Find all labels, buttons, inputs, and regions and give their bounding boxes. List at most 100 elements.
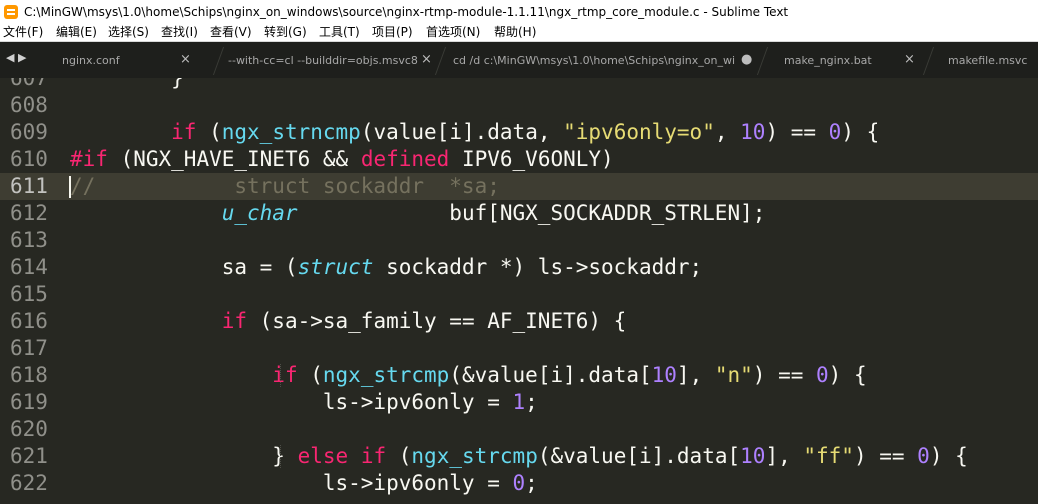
menu-goto[interactable]: 转到(G)	[264, 24, 307, 41]
code-line[interactable]: 616 if (sa->sa_family == AF_INET6) {	[0, 308, 1038, 335]
line-number: 607	[10, 78, 48, 90]
line-number: 610	[10, 147, 48, 171]
code-token: defined	[360, 147, 450, 171]
code-line[interactable]: 620	[0, 416, 1038, 443]
menu-preferences[interactable]: 首选项(N)	[426, 24, 480, 41]
tab-label: --with-cc=cl --builddir=objs.msvc8	[228, 54, 418, 67]
code-text: #if (NGX_HAVE_INET6 && defined IPV6_V6ON…	[70, 146, 614, 173]
tab-nav-arrows-icon[interactable]: ◀ ▶	[6, 51, 26, 64]
code-token: (	[297, 363, 323, 387]
code-token: ) ==	[752, 363, 817, 387]
code-token: ngx_strcmp	[411, 444, 538, 468]
window-title: C:\MinGW\msys\1.0\home\Schips\nginx_on_w…	[24, 5, 789, 19]
code-line[interactable]: 613	[0, 227, 1038, 254]
tab-close-icon[interactable]: ×	[421, 52, 432, 67]
tab-label: nginx.conf	[62, 54, 120, 67]
code-line[interactable]: 618 if (ngx_strcmp(&value[i].data[10], "…	[0, 362, 1038, 389]
code-token: (value[i].data,	[360, 120, 564, 144]
code-token: "n"	[714, 363, 753, 387]
code-token: }	[70, 444, 298, 468]
code-line[interactable]: 614 sa = (struct sockaddr *) ls->sockadd…	[0, 254, 1038, 281]
code-token: (&value[i].data[	[537, 444, 741, 468]
code-line[interactable]: 622 ls->ipv6only = 0;	[0, 470, 1038, 497]
code-token: ) {	[929, 444, 968, 468]
code-text: } else if (ngx_strcmp(&value[i].data[10]…	[70, 443, 968, 470]
tab-close-icon[interactable]: ×	[180, 52, 191, 67]
code-token: buf[NGX_SOCKADDR_STRLEN];	[297, 201, 766, 225]
tab-makefile-msvc[interactable]: makefile.msvc	[928, 42, 1038, 78]
code-line[interactable]: 617	[0, 335, 1038, 362]
code-token: "ipv6only=o"	[563, 120, 715, 144]
code-token: ) {	[841, 120, 880, 144]
code-token: struct	[297, 255, 374, 279]
code-text: ls->ipv6only = 1;	[70, 389, 538, 416]
code-text: ls->ipv6only = 0;	[70, 470, 538, 497]
code-token: else	[297, 444, 349, 468]
text-cursor	[69, 176, 71, 198]
line-number: 611	[10, 174, 48, 198]
menu-project[interactable]: 项目(P)	[372, 24, 413, 41]
menu-edit[interactable]: 编辑(E)	[56, 24, 97, 41]
menu-help[interactable]: 帮助(H)	[494, 24, 536, 41]
tab-nginx-conf[interactable]: nginx.conf ×	[42, 42, 218, 78]
code-token: ],	[676, 363, 715, 387]
code-line[interactable]: 610 #if (NGX_HAVE_INET6 && defined IPV6_V…	[0, 146, 1038, 173]
code-token: ) ==	[853, 444, 918, 468]
code-line[interactable]: 607 }	[0, 78, 1038, 92]
code-text: if (ngx_strncmp(value[i].data, "ipv6only…	[70, 119, 879, 146]
code-line[interactable]: 619 ls->ipv6only = 1;	[0, 389, 1038, 416]
code-line[interactable]: 612 u_char buf[NGX_SOCKADDR_STRLEN];	[0, 200, 1038, 227]
code-line[interactable]: 609 if (ngx_strncmp(value[i].data, "ipv6…	[0, 119, 1038, 146]
line-number: 612	[10, 201, 48, 225]
code-line[interactable]: 621 } else if (ngx_strcmp(&value[i].data…	[0, 443, 1038, 470]
menu-file[interactable]: 文件(F)	[3, 24, 43, 41]
indent-guide	[280, 364, 281, 387]
line-number: 621	[10, 444, 48, 468]
title-bar: C:\MinGW\msys\1.0\home\Schips\nginx_on_w…	[0, 0, 1038, 24]
tab-with-cc[interactable]: --with-cc=cl --builddir=objs.msvc8 ×	[218, 42, 440, 78]
code-token: (&value[i].data[	[449, 363, 652, 387]
tab-bar: ◀ ▶ nginx.conf × --with-cc=cl --builddir…	[0, 42, 1038, 78]
tab-modified-dot-icon[interactable]: ●	[741, 52, 752, 67]
code-text: }	[70, 78, 184, 92]
code-text: sa = (struct sockaddr *) ls->sockaddr;	[70, 254, 702, 281]
code-token: if	[360, 444, 387, 468]
menu-view[interactable]: 查看(V)	[210, 24, 252, 41]
code-token: ls->ipv6only =	[70, 390, 513, 414]
line-number: 609	[10, 120, 48, 144]
code-text: if (ngx_strcmp(&value[i].data[10], "n") …	[70, 362, 866, 389]
code-token: sa = (	[70, 255, 298, 279]
tab-close-icon[interactable]: ×	[904, 52, 915, 67]
line-number: 608	[10, 93, 48, 117]
code-token: 0	[917, 444, 930, 468]
tab-label: makefile.msvc	[948, 54, 1028, 67]
code-line[interactable]: 615	[0, 281, 1038, 308]
code-token: 0	[816, 363, 829, 387]
code-token: (	[386, 444, 412, 468]
code-token: 0	[828, 120, 842, 144]
code-token: }	[70, 78, 184, 90]
code-editor[interactable]: 607 } 608 609 if (ngx_strncmp(value[i].dat…	[0, 78, 1038, 504]
tab-cd-command[interactable]: cd /d c:\MinGW\msys\1.0\home\Schips\ngin…	[440, 42, 762, 78]
code-token: ],	[765, 444, 804, 468]
tab-make-nginx-bat[interactable]: make_nginx.bat ×	[762, 42, 928, 78]
line-number: 617	[10, 336, 48, 360]
code-token: ;	[525, 390, 538, 414]
code-token: (NGX_HAVE_INET6 &&	[107, 147, 361, 171]
line-number: 616	[10, 309, 48, 333]
code-token: 10	[740, 444, 766, 468]
menu-find[interactable]: 查找(I)	[161, 24, 198, 41]
code-token: if	[171, 120, 197, 144]
code-token: IPV6_V6ONLY)	[449, 147, 614, 171]
menu-tools[interactable]: 工具(T)	[319, 24, 360, 41]
code-line[interactable]: 611 // struct sockaddr *sa;	[0, 173, 1038, 200]
code-token: 1	[512, 390, 526, 414]
code-line[interactable]: 608	[0, 92, 1038, 119]
line-number: 619	[10, 390, 48, 414]
code-token: #if	[70, 147, 108, 171]
code-token: ngx_strncmp	[221, 120, 361, 144]
code-token: ls->ipv6only =	[70, 471, 513, 495]
menu-selection[interactable]: 选择(S)	[108, 24, 149, 41]
